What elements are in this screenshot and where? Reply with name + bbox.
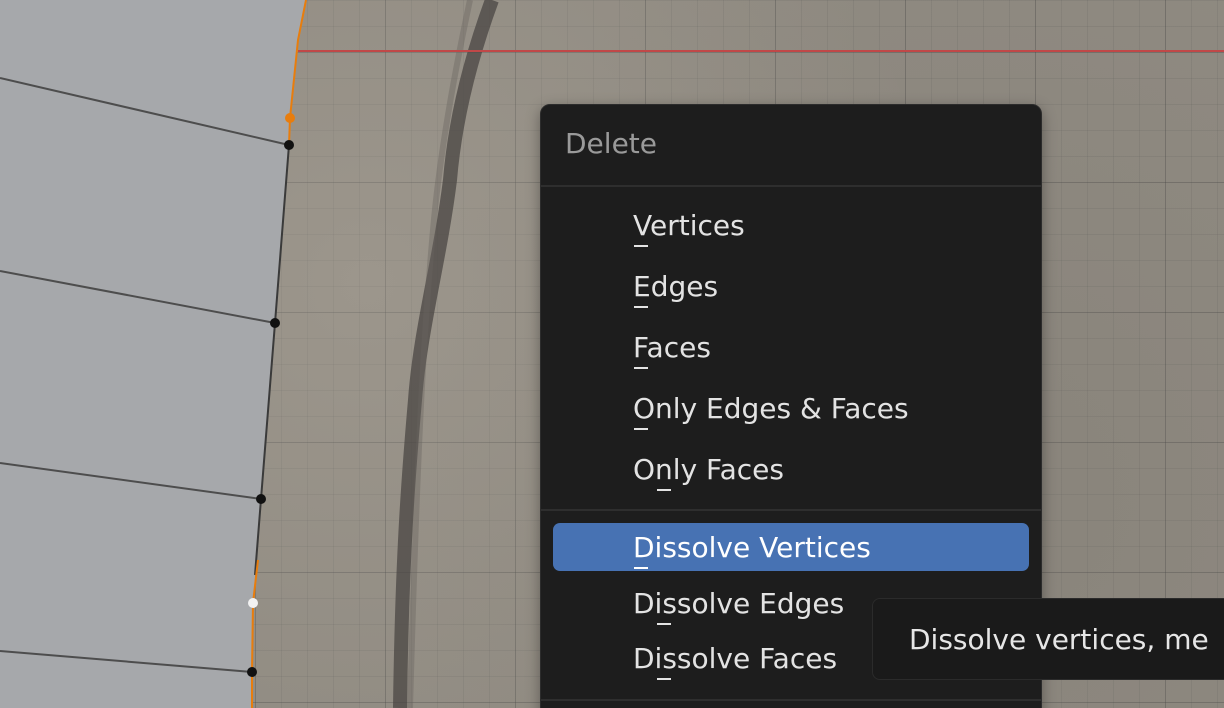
menu-item-vertices[interactable]: Vertices xyxy=(553,201,1029,249)
menu-item-only-faces[interactable]: Only Faces xyxy=(553,445,1029,493)
hotkey-underline xyxy=(657,623,671,625)
tooltip-text: Dissolve vertices, me xyxy=(909,623,1209,656)
mesh-vertex[interactable] xyxy=(247,667,257,677)
hotkey-underline xyxy=(634,367,648,369)
menu-separator xyxy=(541,509,1041,511)
menu-item-label: Only Faces xyxy=(633,453,784,486)
menu-item-label: Only Edges & Faces xyxy=(633,392,909,425)
menu-item-label: Dissolve Edges xyxy=(633,587,845,620)
menu-title: Delete xyxy=(565,127,657,160)
menu-item-only-edges-faces[interactable]: Only Edges & Faces xyxy=(553,384,1029,432)
hotkey-underline xyxy=(657,489,671,491)
menu-item-label: Dissolve Vertices xyxy=(633,531,871,564)
menu-item-dissolve-vertices[interactable]: Dissolve Vertices xyxy=(553,523,1029,571)
hotkey-underline xyxy=(657,678,671,680)
menu-item-faces[interactable]: Faces xyxy=(553,323,1029,371)
hotkey-underline xyxy=(634,306,648,308)
menu-item-label: Vertices xyxy=(633,209,745,242)
selected-vertex[interactable] xyxy=(285,113,295,123)
mesh-vertex[interactable] xyxy=(256,494,266,504)
mesh-vertex[interactable] xyxy=(270,318,280,328)
menu-item-edges[interactable]: Edges xyxy=(553,262,1029,310)
menu-separator xyxy=(541,185,1041,187)
hotkey-underline xyxy=(634,245,648,247)
3d-viewport[interactable]: Delete Vertices Edges Faces Only Edges &… xyxy=(0,0,1224,708)
menu-item-label: Edges xyxy=(633,270,719,303)
menu-separator xyxy=(541,699,1041,701)
mesh-face xyxy=(0,0,306,708)
active-vertex[interactable] xyxy=(248,598,258,608)
tooltip: Dissolve vertices, me xyxy=(872,598,1224,680)
hotkey-underline xyxy=(634,567,648,569)
hotkey-underline xyxy=(634,428,648,430)
menu-item-label: Faces xyxy=(633,331,711,364)
menu-item-label: Dissolve Faces xyxy=(633,642,838,675)
mesh-vertex[interactable] xyxy=(284,140,294,150)
